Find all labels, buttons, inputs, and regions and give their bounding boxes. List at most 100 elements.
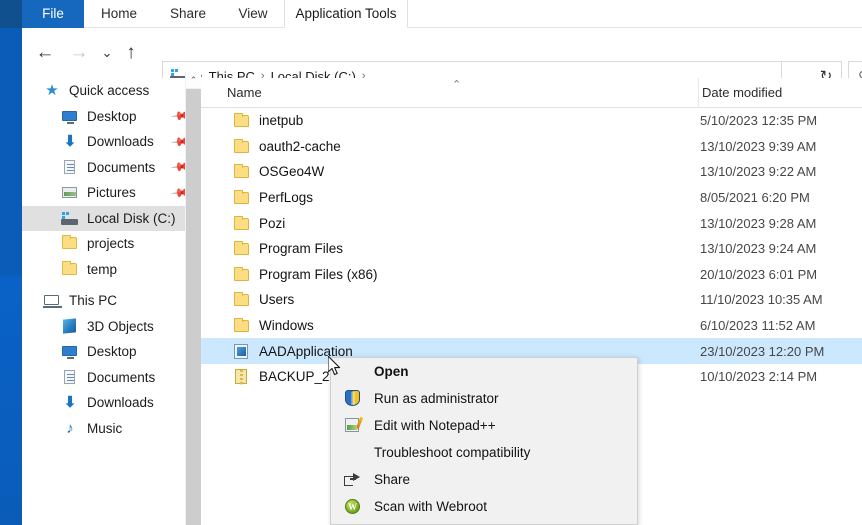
file-explorer-window: File Home Share View Application Tools ←…	[0, 0, 862, 525]
sidebar-item-label: This PC	[69, 293, 117, 308]
sidebar-item-label: 3D Objects	[87, 319, 154, 334]
tab-application-tools[interactable]: Application Tools	[284, 0, 408, 28]
music-icon: ♪	[60, 420, 80, 437]
file-name: oauth2-cache	[259, 139, 341, 154]
navigation-pane: ★ Quick access Desktop 📌 ⬇ Downloads 📌 D…	[22, 78, 200, 525]
sidebar-item-this-pc[interactable]: This PC	[22, 288, 200, 314]
sidebar-item-temp[interactable]: temp	[22, 257, 200, 283]
sidebar-item-label: Downloads	[87, 134, 154, 149]
troubleshoot-icon-placeholder	[343, 443, 362, 462]
context-menu-item-label: Scan with Webroot	[374, 499, 487, 514]
sidebar-item-label: Quick access	[69, 83, 149, 98]
scrollbar-up-arrow-icon[interactable]: ⌃	[186, 72, 201, 88]
file-date-modified: 6/10/2023 11:52 AM	[700, 318, 815, 333]
3d-objects-icon	[60, 318, 80, 335]
window-left-edge	[0, 0, 22, 525]
file-name: PerfLogs	[259, 190, 313, 205]
table-row[interactable]: Windows 6/10/2023 11:52 AM	[201, 313, 862, 339]
sidebar-item-desktop-pc[interactable]: Desktop	[22, 339, 200, 365]
recent-locations-chevron-down-icon[interactable]: ⌄	[94, 40, 120, 66]
context-menu-item-label: Edit with Notepad++	[374, 418, 496, 433]
table-row[interactable]: PerfLogs 8/05/2021 6:20 PM	[201, 185, 862, 211]
sidebar-item-label: Desktop	[87, 344, 137, 359]
tab-file[interactable]: File	[22, 0, 84, 28]
folder-icon	[233, 163, 250, 180]
column-header-date-modified[interactable]: Date modified	[698, 78, 782, 108]
folder-icon	[233, 138, 250, 155]
context-menu-item-label: Troubleshoot compatibility	[374, 445, 530, 460]
sidebar-item-documents-pc[interactable]: Documents	[22, 365, 200, 391]
webroot-icon: W	[343, 497, 362, 516]
folder-icon	[233, 317, 250, 334]
sidebar-item-label: Music	[87, 421, 122, 436]
up-arrow-icon[interactable]: ↑	[118, 40, 144, 66]
context-menu-item-scan-with-webroot[interactable]: W Scan with Webroot	[331, 493, 637, 520]
tab-share[interactable]: Share	[154, 0, 222, 28]
folder-icon	[233, 266, 250, 283]
download-icon: ⬇	[60, 394, 80, 411]
context-menu-item-open[interactable]: Open	[331, 358, 637, 385]
sidebar-item-music[interactable]: ♪ Music	[22, 416, 200, 442]
context-menu-item-label: Open	[374, 364, 409, 379]
sidebar-item-label: Documents	[87, 160, 155, 175]
sidebar-item-desktop-quick[interactable]: Desktop 📌	[22, 104, 200, 130]
context-menu-item-label: Run as administrator	[374, 391, 499, 406]
context-menu-item-edit-with-notepadpp[interactable]: Edit with Notepad++	[331, 412, 637, 439]
context-menu: Open Run as administrator Edit with Note…	[330, 357, 638, 525]
forward-arrow-icon[interactable]: →	[66, 40, 92, 66]
sidebar-item-local-disk-c[interactable]: Local Disk (C:)	[22, 206, 200, 232]
sidebar-item-pictures-quick[interactable]: Pictures 📌	[22, 180, 200, 206]
star-icon: ★	[42, 82, 62, 99]
sidebar-item-label: temp	[87, 262, 117, 277]
disk-icon	[60, 210, 80, 227]
sidebar-item-documents-quick[interactable]: Documents 📌	[22, 155, 200, 181]
context-menu-item-run-as-administrator[interactable]: Run as administrator	[331, 385, 637, 412]
pictures-icon	[60, 184, 80, 201]
uac-shield-icon	[343, 389, 362, 408]
back-arrow-icon[interactable]: ←	[32, 40, 58, 66]
context-menu-item-label: Share	[374, 472, 410, 487]
column-header-name[interactable]: Name	[227, 78, 262, 108]
sidebar-item-quick-access[interactable]: ★ Quick access	[22, 78, 200, 104]
sidebar-item-label: Pictures	[87, 185, 136, 200]
file-name: Program Files	[259, 241, 343, 256]
sidebar-item-projects[interactable]: projects	[22, 231, 200, 257]
file-date-modified: 8/05/2021 6:20 PM	[700, 190, 810, 205]
sidebar-item-downloads-pc[interactable]: ⬇ Downloads	[22, 390, 200, 416]
tab-home[interactable]: Home	[84, 0, 154, 28]
file-date-modified: 23/10/2023 12:20 PM	[700, 344, 824, 359]
folder-icon	[60, 235, 80, 252]
table-row[interactable]: Program Files 13/10/2023 9:24 AM	[201, 236, 862, 262]
file-date-modified: 13/10/2023 9:28 AM	[700, 216, 816, 231]
table-row[interactable]: inetpub 5/10/2023 12:35 PM	[201, 108, 862, 134]
context-menu-item-share[interactable]: Share	[331, 466, 637, 493]
table-row[interactable]: Users 11/10/2023 10:35 AM	[201, 287, 862, 313]
sidebar-item-downloads-quick[interactable]: ⬇ Downloads 📌	[22, 129, 200, 155]
download-icon: ⬇	[60, 133, 80, 150]
file-name: BACKUP_20	[259, 369, 337, 384]
column-header-row: Name ⌃ Date modified	[201, 78, 862, 108]
tab-view[interactable]: View	[222, 0, 284, 28]
navigation-pane-scrollbar[interactable]: ⌃	[185, 72, 200, 525]
desktop-icon	[60, 343, 80, 360]
table-row[interactable]: OSGeo4W 13/10/2023 9:22 AM	[201, 159, 862, 185]
table-row[interactable]: Pozi 13/10/2023 9:28 AM	[201, 210, 862, 236]
context-menu-item-troubleshoot-compatibility[interactable]: Troubleshoot compatibility	[331, 439, 637, 466]
table-row[interactable]: Program Files (x86) 20/10/2023 6:01 PM	[201, 262, 862, 288]
file-date-modified: 10/10/2023 2:14 PM	[700, 369, 817, 384]
file-name: OSGeo4W	[259, 164, 324, 179]
address-bar-row: ← → ⌄ ↑ › This PC › Local Disk (C:) › ⌄ …	[22, 28, 862, 78]
file-name: Program Files (x86)	[259, 267, 378, 282]
folder-icon	[233, 215, 250, 232]
sidebar-item-label: Documents	[87, 370, 155, 385]
scrollbar-thumb[interactable]	[186, 89, 201, 525]
sidebar-item-label: Downloads	[87, 395, 154, 410]
sidebar-item-3d-objects[interactable]: 3D Objects	[22, 314, 200, 340]
sidebar-item-label: projects	[87, 236, 134, 251]
file-name: inetpub	[259, 113, 303, 128]
table-row[interactable]: oauth2-cache 13/10/2023 9:39 AM	[201, 134, 862, 160]
file-name: Users	[259, 292, 294, 307]
ribbon-tab-bar: File Home Share View Application Tools	[22, 0, 862, 28]
desktop-icon	[60, 108, 80, 125]
file-date-modified: 13/10/2023 9:22 AM	[700, 164, 816, 179]
